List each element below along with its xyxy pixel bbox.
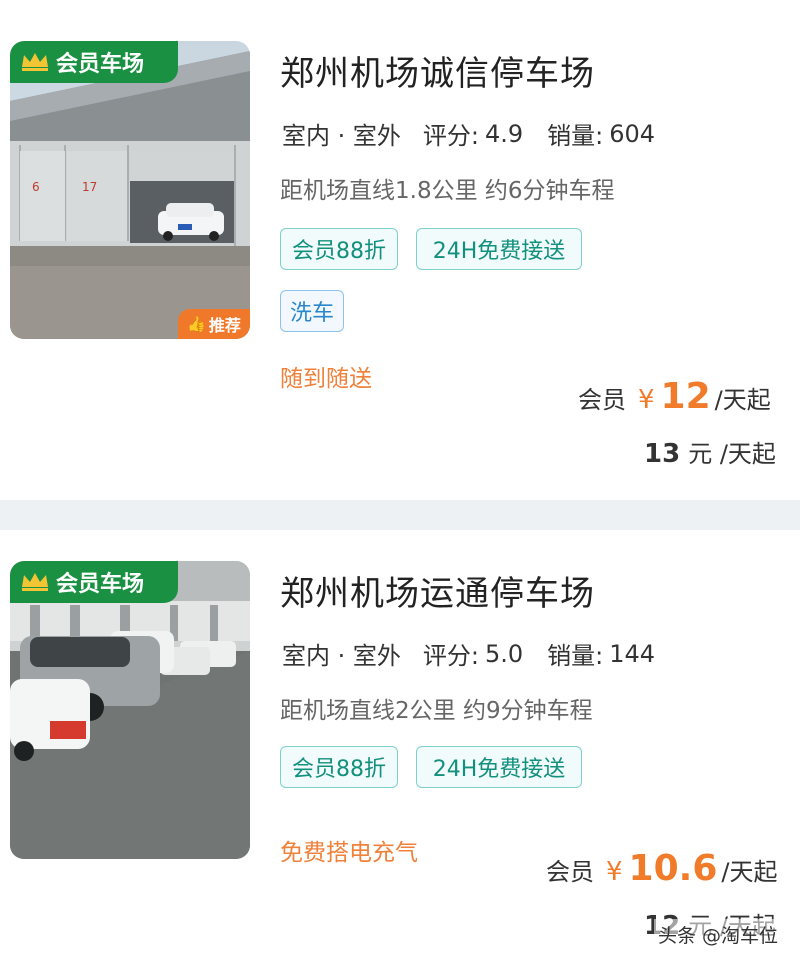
member-price-unit: /天起 (721, 858, 778, 886)
member-price: 会员 ¥ 10.6 /天起 (546, 848, 777, 889)
parking-photo[interactable]: 会员车场 (10, 561, 250, 859)
indoor-outdoor-label: 室内 · 室外 (280, 636, 403, 675)
parking-title[interactable]: 郑州机场运通停车场 (280, 566, 595, 615)
watermark: 头条 @淘车位 (653, 919, 782, 950)
member-price-value: 12 (660, 376, 711, 417)
member-badge-label: 会员车场 (56, 572, 145, 597)
service-text: 免费搭电充气 (280, 840, 418, 866)
tag-car-wash: 洗车 (280, 290, 344, 332)
member-price-label: 会员 (578, 386, 626, 414)
crown-icon (22, 53, 48, 71)
member-lot-badge: 会员车场 (10, 561, 178, 603)
tag-free-shuttle: 24H免费接送 (416, 228, 582, 270)
tag-member-discount: 会员88折 (280, 746, 398, 788)
member-price-label: 会员 (546, 858, 594, 886)
parking-card[interactable]: 会员车场 郑州机场运通停车场 室内 · 室外 评分: 5.0 销量: 144 距… (0, 530, 800, 964)
rating-value: 4.9 (484, 119, 524, 148)
tag-member-discount: 会员88折 (280, 228, 398, 270)
meta-row: 室内 · 室外 评分: 4.9 销量: 604 (280, 116, 679, 155)
recommend-label: 推荐 (208, 316, 241, 335)
distance-text: 距机场直线2公里 约9分钟车程 (280, 698, 593, 724)
sales-value: 144 (609, 639, 656, 668)
warehouse-garage-photo: 6 17 (10, 41, 250, 339)
sales-value: 604 (609, 119, 656, 148)
member-price: 会员 ¥ 12 /天起 (578, 376, 771, 417)
tag-free-shuttle: 24H免费接送 (416, 746, 582, 788)
member-price-value: 10.6 (628, 848, 718, 889)
sales-label: 销量: (547, 122, 604, 150)
parking-title[interactable]: 郑州机场诚信停车场 (280, 46, 595, 95)
indoor-garage-photo (10, 561, 250, 859)
parking-photo[interactable]: 6 17 会员车场 👍 推荐 (10, 41, 250, 339)
member-price-unit: /天起 (714, 386, 771, 414)
crown-icon (22, 573, 48, 591)
service-text: 随到随送 (280, 366, 372, 392)
indoor-outdoor-label: 室内 · 室外 (280, 116, 403, 155)
rating-label: 评分: (422, 122, 479, 150)
svg-text:17: 17 (82, 180, 97, 194)
parking-card[interactable]: 6 17 会员车场 👍 推荐 郑州机场诚信停车场 室内 · 室外 评分: 4.9… (0, 0, 800, 500)
currency-symbol: ¥ (638, 385, 655, 415)
member-lot-badge: 会员车场 (10, 41, 178, 83)
rating-value: 5.0 (484, 639, 524, 668)
recommend-badge: 👍 推荐 (178, 309, 250, 339)
normal-price-value: 13 (644, 439, 681, 469)
normal-price: 13 元 /天起 (644, 434, 776, 469)
currency-symbol: ¥ (606, 857, 623, 887)
rating-label: 评分: (422, 642, 479, 670)
svg-text:6: 6 (32, 180, 40, 194)
normal-price-unit: 元 /天起 (688, 440, 776, 468)
member-badge-label: 会员车场 (56, 52, 145, 77)
distance-text: 距机场直线1.8公里 约6分钟车程 (280, 178, 615, 204)
thumbs-up-icon: 👍 (187, 315, 206, 333)
sales-label: 销量: (547, 642, 604, 670)
meta-row: 室内 · 室外 评分: 5.0 销量: 144 (280, 636, 679, 675)
